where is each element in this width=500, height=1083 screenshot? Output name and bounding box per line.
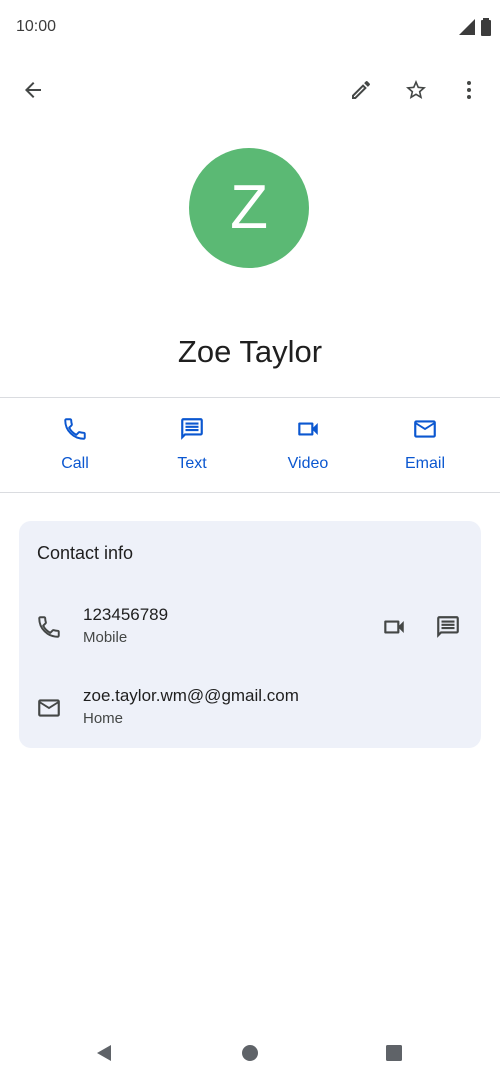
- contact-name: Zoe Taylor: [177, 334, 323, 369]
- email-type: Home: [83, 710, 124, 727]
- avatar: Z: [189, 148, 309, 268]
- more-vert-icon: [457, 78, 481, 107]
- email-address: zoe.taylor.wm@@gmail.com: [83, 686, 299, 705]
- status-icons: [458, 18, 492, 41]
- videocam-icon: [381, 614, 407, 645]
- phone-icon: [62, 416, 88, 447]
- contact-info-title: Contact info: [37, 543, 134, 563]
- signal-icon: [458, 18, 476, 41]
- status-time: 10:00: [16, 18, 57, 35]
- videocam-icon: [295, 416, 321, 447]
- favorite-button[interactable]: [396, 72, 436, 112]
- nav-home-button[interactable]: [234, 1039, 266, 1071]
- battery-icon: [480, 18, 492, 41]
- email-row[interactable]: zoe.taylor.wm@@gmail.com Home: [19, 684, 481, 748]
- message-icon: [179, 416, 205, 447]
- email-label: Email: [404, 455, 445, 472]
- edit-button[interactable]: [341, 72, 381, 112]
- avatar-letter: Z: [230, 173, 268, 242]
- nav-recents-button[interactable]: [378, 1039, 410, 1071]
- email-icon: [412, 416, 438, 447]
- phone-type: Mobile: [83, 629, 128, 646]
- text-action[interactable]: Text: [147, 416, 237, 473]
- star-outline-icon: [404, 78, 428, 107]
- phone-number: 123456789: [83, 605, 169, 624]
- back-arrow-icon: [21, 78, 45, 107]
- phone-video-call-button[interactable]: [376, 611, 412, 647]
- call-label: Call: [61, 455, 89, 472]
- email-icon: [35, 694, 63, 722]
- text-label: Text: [177, 455, 207, 472]
- call-action[interactable]: Call: [30, 416, 120, 473]
- phone-icon: [35, 613, 63, 641]
- toolbar: [0, 64, 500, 120]
- video-label: Video: [287, 455, 329, 472]
- status-bar: 10:00: [0, 0, 500, 56]
- quick-actions: Call Text Video Email: [0, 398, 500, 492]
- phone-message-button[interactable]: [430, 611, 466, 647]
- nav-recents-icon: [384, 1043, 404, 1068]
- nav-back-button[interactable]: [88, 1039, 120, 1071]
- message-icon: [435, 614, 461, 645]
- contact-info-card: Contact info 123456789 Mobile zoe.taylor…: [19, 521, 481, 748]
- divider-bottom: [0, 492, 500, 493]
- nav-back-icon: [94, 1043, 114, 1068]
- back-button[interactable]: [13, 72, 53, 112]
- edit-pencil-icon: [349, 78, 373, 107]
- video-action[interactable]: Video: [263, 416, 353, 473]
- email-action[interactable]: Email: [380, 416, 470, 473]
- system-nav-bar: [0, 1027, 500, 1083]
- nav-home-icon: [240, 1043, 260, 1068]
- phone-row[interactable]: 123456789 Mobile: [19, 603, 481, 667]
- more-options-button[interactable]: [449, 72, 489, 112]
